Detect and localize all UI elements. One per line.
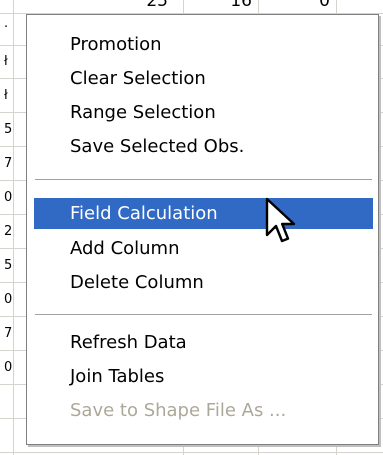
menu-item-promotion[interactable]: Promotion: [34, 29, 373, 60]
table-cell: 0: [319, 0, 330, 11]
menu-item-delete-column[interactable]: Delete Column: [34, 267, 373, 298]
menu-item-refresh-data[interactable]: Refresh Data: [34, 327, 373, 358]
menu-item-range-selection[interactable]: Range Selection: [34, 97, 373, 128]
table-cell: 0: [4, 360, 13, 375]
table-cell: 16: [230, 0, 252, 11]
table-cell: 5: [4, 122, 13, 137]
menu-separator: [35, 314, 372, 316]
table-cell: 7: [4, 156, 13, 171]
table-cell: 25: [146, 0, 168, 11]
menu-item-save-to-shape-file: Save to Shape File As ...: [70, 400, 287, 421]
table-cell: 0: [4, 190, 13, 205]
table-cell: ·: [4, 20, 9, 35]
menu-item-clear-selection[interactable]: Clear Selection: [34, 63, 373, 94]
menu-item-join-tables[interactable]: Join Tables: [34, 361, 373, 392]
menu-item-add-column[interactable]: Add Column: [34, 233, 373, 264]
table-cell: ł: [4, 88, 8, 103]
table-cell: 2: [4, 224, 13, 239]
grid-line: [0, 452, 383, 453]
menu-item-save-selected-obs[interactable]: Save Selected Obs.: [34, 131, 373, 162]
context-menu: Promotion Clear Selection Range Selectio…: [26, 14, 379, 445]
table-cell: ł: [4, 54, 8, 69]
table-cell: 0: [4, 292, 13, 307]
menu-separator: [35, 179, 372, 181]
menu-item-field-calculation[interactable]: Field Calculation: [34, 198, 373, 229]
grid-line: [13, 0, 14, 455]
table-cell: 5: [4, 258, 13, 273]
table-cell: 7: [4, 326, 13, 341]
arrow-pointer-icon: [265, 197, 296, 243]
